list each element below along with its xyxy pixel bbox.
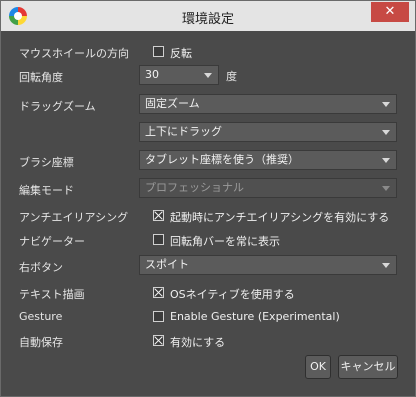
- row-antialiasing: アンチエイリアシング 起動時にアンチエイリアシングを有効にする: [1, 206, 415, 228]
- chevron-down-icon: [382, 130, 390, 135]
- rotation-angle-value: 30: [145, 68, 159, 81]
- row-drag-direction: 上下にドラッグ: [1, 122, 415, 144]
- invert-wheel-checkbox[interactable]: [153, 46, 164, 57]
- ok-button[interactable]: OK: [305, 355, 331, 379]
- preferences-dialog: 環境設定 ✕ マウスホイールの方向 反転 回転角度 30 度 ドラッグズーム 固…: [0, 0, 416, 397]
- title-bar: 環境設定 ✕: [1, 1, 415, 31]
- rotation-angle-unit: 度: [226, 70, 237, 83]
- drag-direction-value: 上下にドラッグ: [145, 125, 222, 138]
- wheel-direction-label: マウスホイールの方向: [19, 47, 129, 60]
- brush-coordinates-label: ブラシ座標: [19, 156, 74, 169]
- chevron-down-icon: [382, 186, 390, 191]
- row-rotation-angle: 回転角度 30 度: [1, 65, 415, 87]
- invert-wheel-label[interactable]: 反転: [170, 45, 192, 61]
- antialiasing-checkbox[interactable]: [153, 210, 164, 221]
- gesture-label: Gesture: [19, 310, 63, 323]
- dialog-title: 環境設定: [181, 12, 234, 27]
- row-autosave: 自動保存 有効にする: [1, 331, 415, 353]
- drag-zoom-value: 固定ズーム: [145, 97, 200, 110]
- os-native-checkbox[interactable]: [153, 287, 164, 298]
- chevron-down-icon: [204, 73, 212, 78]
- os-native-label[interactable]: OSネイティブを使用する: [170, 286, 295, 302]
- edit-mode-select: プロフェッショナル: [139, 178, 397, 198]
- row-right-button: 右ボタン スポイト: [1, 255, 415, 277]
- cancel-button[interactable]: キャンセル: [338, 355, 398, 379]
- edit-mode-value: プロフェッショナル: [145, 181, 244, 194]
- right-button-value: スポイト: [145, 258, 189, 271]
- chevron-down-icon: [382, 158, 390, 163]
- chevron-down-icon: [382, 263, 390, 268]
- edit-mode-label: 編集モード: [19, 184, 74, 197]
- text-rendering-label: テキスト描画: [19, 288, 85, 301]
- brush-coordinates-select[interactable]: タブレット座標を使う（推奨）: [139, 150, 397, 170]
- drag-direction-select[interactable]: 上下にドラッグ: [139, 122, 397, 142]
- autosave-label: 自動保存: [19, 336, 63, 349]
- drag-zoom-select[interactable]: 固定ズーム: [139, 94, 397, 114]
- right-button-label: 右ボタン: [19, 261, 63, 274]
- rotation-bar-label[interactable]: 回転角バーを常に表示: [170, 233, 280, 249]
- rotation-bar-checkbox[interactable]: [153, 234, 164, 245]
- chevron-down-icon: [382, 102, 390, 107]
- drag-zoom-label: ドラッグズーム: [19, 100, 96, 113]
- rotation-angle-select[interactable]: 30: [139, 65, 219, 85]
- gesture-checkbox[interactable]: [153, 311, 164, 322]
- row-wheel-direction: マウスホイールの方向 反転: [1, 42, 415, 64]
- navigator-label: ナビゲーター: [19, 235, 85, 248]
- autosave-checkbox[interactable]: [153, 335, 164, 346]
- row-edit-mode: 編集モード プロフェッショナル: [1, 178, 415, 200]
- antialiasing-option-label[interactable]: 起動時にアンチエイリアシングを有効にする: [170, 209, 389, 225]
- antialiasing-label: アンチエイリアシング: [19, 211, 129, 224]
- brush-coordinates-value: タブレット座標を使う（推奨）: [145, 153, 299, 166]
- gesture-option-label[interactable]: Enable Gesture (Experimental): [170, 310, 340, 323]
- right-button-select[interactable]: スポイト: [139, 255, 397, 275]
- row-navigator: ナビゲーター 回転角バーを常に表示: [1, 230, 415, 252]
- row-brush-coordinates: ブラシ座標 タブレット座標を使う（推奨）: [1, 150, 415, 172]
- autosave-option-label[interactable]: 有効にする: [170, 334, 225, 350]
- close-button[interactable]: ✕: [371, 2, 409, 22]
- row-gesture: Gesture Enable Gesture (Experimental): [1, 307, 415, 329]
- row-text-rendering: テキスト描画 OSネイティブを使用する: [1, 283, 415, 305]
- rotation-angle-label: 回転角度: [19, 71, 63, 84]
- row-drag-zoom: ドラッグズーム 固定ズーム: [1, 94, 415, 116]
